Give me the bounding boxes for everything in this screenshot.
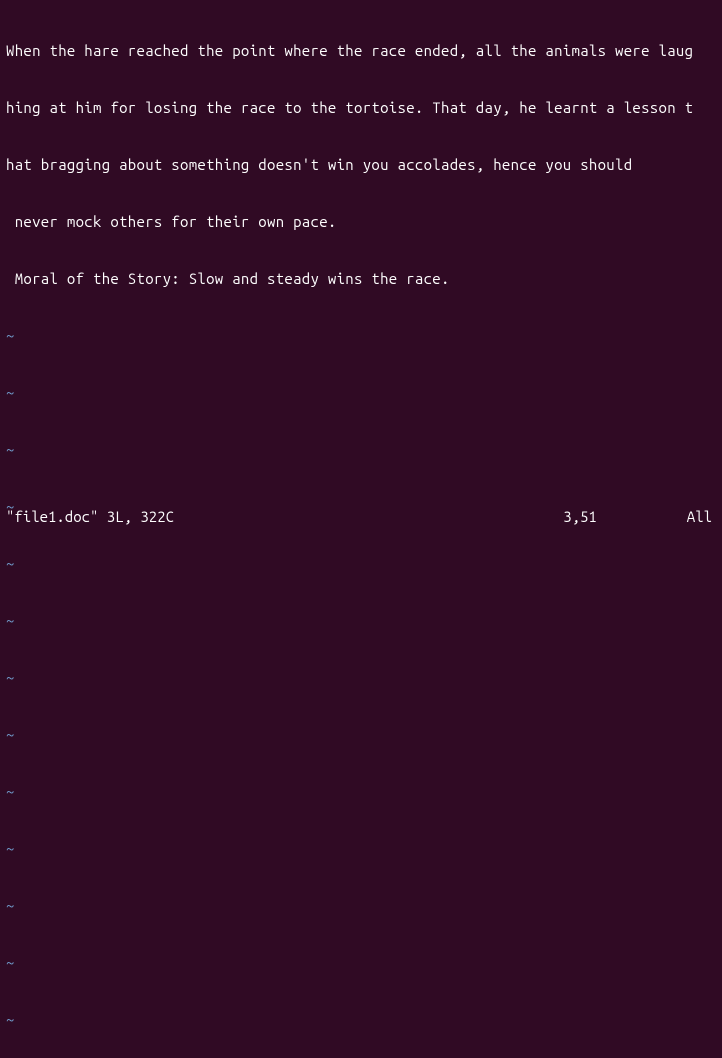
- empty-line-tilde: ~: [6, 896, 722, 915]
- status-cursor-position: 3,51: [563, 507, 687, 526]
- empty-line-tilde: ~: [6, 953, 722, 972]
- status-bar: "file1.doc" 3L, 322C 3,51 All: [6, 507, 716, 526]
- empty-line-tilde: ~: [6, 782, 722, 801]
- empty-line-tilde: ~: [6, 725, 722, 744]
- buffer-line: Moral of the Story: Slow and steady wins…: [6, 269, 722, 288]
- buffer-line: hing at him for losing the race to the t…: [6, 98, 722, 117]
- empty-line-tilde: ~: [6, 839, 722, 858]
- empty-line-tilde: ~: [6, 440, 722, 459]
- empty-line-tilde: ~: [6, 326, 722, 345]
- empty-line-tilde: ~: [6, 1010, 722, 1029]
- status-scroll-indicator: All: [687, 507, 716, 526]
- editor-buffer[interactable]: When the hare reached the point where th…: [0, 0, 722, 1058]
- empty-line-tilde: ~: [6, 611, 722, 630]
- buffer-line: never mock others for their own pace.: [6, 212, 722, 231]
- buffer-line: When the hare reached the point where th…: [6, 41, 722, 60]
- empty-line-tilde: ~: [6, 554, 722, 573]
- empty-line-tilde: ~: [6, 383, 722, 402]
- status-spacer: [174, 507, 563, 526]
- empty-line-tilde: ~: [6, 668, 722, 687]
- buffer-line: hat bragging about something doesn't win…: [6, 155, 722, 174]
- status-file-info: "file1.doc" 3L, 322C: [6, 507, 174, 526]
